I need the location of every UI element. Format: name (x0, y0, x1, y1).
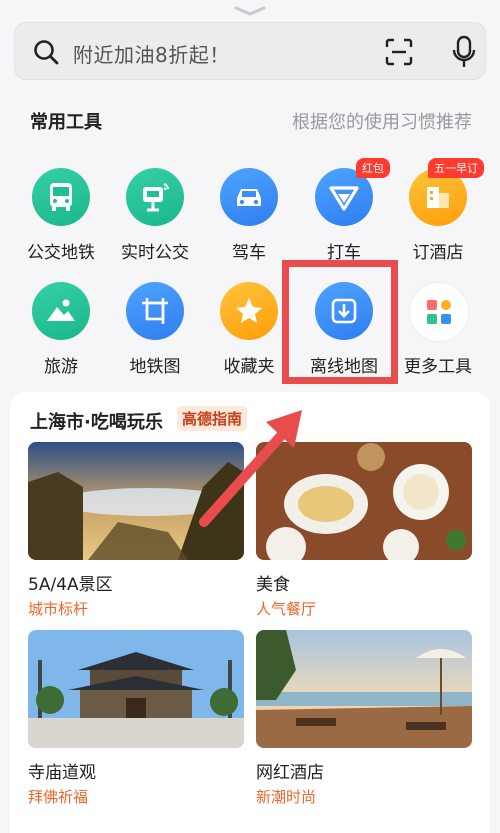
tool-taxi[interactable]: 红包 打车 (296, 158, 392, 268)
search-bar[interactable]: 附近加油8折起！ (14, 22, 486, 80)
tool-realtime-bus[interactable]: 实时公交 (107, 168, 203, 268)
tile-title: 美食 (256, 575, 290, 595)
tile-title: 网红酒店 (256, 763, 324, 783)
tool-label: 旅游 (44, 357, 78, 377)
tool-label: 实时公交 (121, 243, 189, 263)
tool-badge: 红包 (356, 158, 390, 178)
drag-handle-icon[interactable] (232, 6, 268, 16)
tool-badge: 五一早订 (428, 158, 484, 178)
guide-tile-scenic[interactable]: 5A/4A景区 城市标杆 (28, 442, 244, 619)
scenic-photo (28, 442, 244, 560)
microphone-icon[interactable] (451, 35, 477, 69)
bus-stop-signal-icon (126, 168, 184, 226)
tool-metro-map[interactable]: 地铁图 (107, 282, 203, 382)
tool-label: 订酒店 (412, 243, 464, 263)
tile-subtitle: 人气餐厅 (256, 600, 317, 618)
tool-more[interactable]: 更多工具 (390, 282, 486, 382)
search-placeholder[interactable]: 附近加油8折起！ (73, 39, 230, 68)
guide-title: 上海市·吃喝玩乐 (30, 412, 163, 433)
tool-label: 公交地铁 (27, 243, 95, 263)
tile-subtitle: 城市标杆 (28, 600, 89, 618)
food-photo (256, 442, 472, 560)
tile-title: 5A/4A景区 (28, 575, 113, 595)
bus-icon (32, 168, 90, 226)
guide-tag[interactable]: 高德指南 (177, 406, 248, 431)
tools-section-title: 常用工具 (30, 112, 102, 133)
search-icon (34, 40, 59, 65)
scan-icon[interactable] (385, 38, 413, 66)
tool-hotel[interactable]: 五一早订 订酒店 (390, 158, 486, 268)
city-guide-card: 上海市·吃喝玩乐 高德指南 5A/4A景区 城市标杆 美食 人气餐厅 寺庙道观 … (10, 392, 490, 833)
tool-bus-subway[interactable]: 公交地铁 (13, 168, 109, 268)
tool-travel[interactable]: 旅游 (13, 282, 109, 382)
tile-title: 寺庙道观 (28, 763, 96, 783)
guide-tile-food[interactable]: 美食 人气餐厅 (256, 442, 472, 619)
tile-subtitle: 新潮时尚 (256, 788, 317, 806)
tool-label: 更多工具 (404, 357, 472, 377)
temple-photo (28, 630, 244, 748)
star-icon (220, 282, 278, 340)
mountain-sun-icon (32, 282, 90, 340)
metro-map-icon (126, 282, 184, 340)
tool-label: 地铁图 (129, 357, 181, 377)
offline-map-highlight-box (282, 260, 398, 384)
car-icon (220, 168, 278, 226)
grid-apps-icon (409, 282, 469, 342)
tools-section-hint: 根据您的使用习惯推荐 (292, 112, 472, 133)
guide-tile-hotel[interactable]: 网红酒店 新潮时尚 (256, 630, 472, 807)
tool-drive[interactable]: 驾车 (201, 168, 297, 268)
hotel-photo (256, 630, 472, 748)
guide-tile-temple[interactable]: 寺庙道观 拜佛祈福 (28, 630, 244, 807)
tile-subtitle: 拜佛祈福 (28, 788, 89, 806)
